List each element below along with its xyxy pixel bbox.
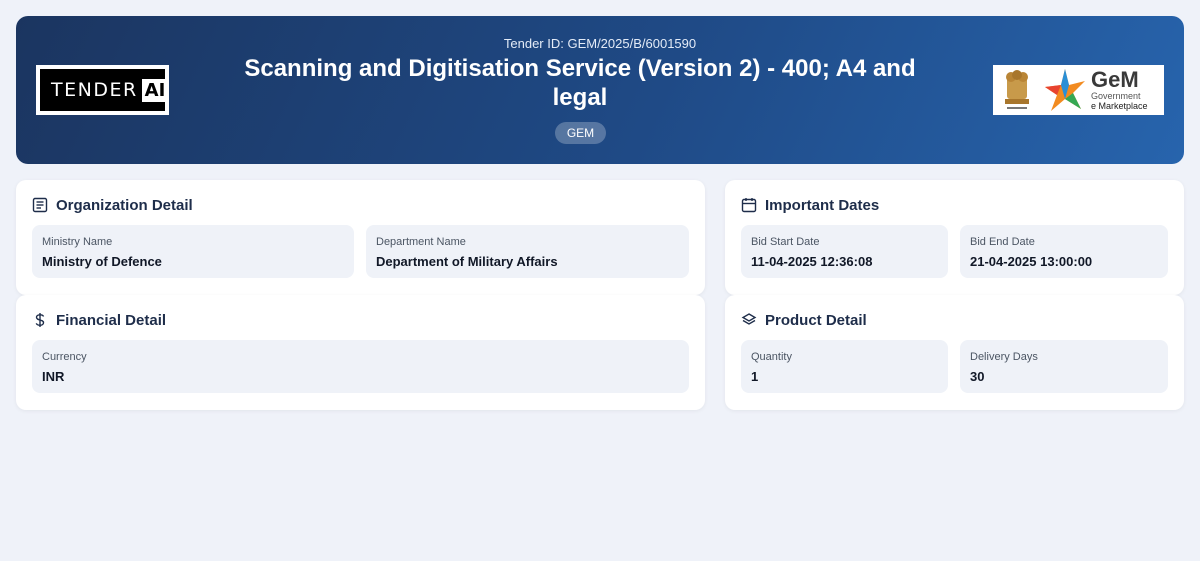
field-label: Currency bbox=[42, 351, 87, 363]
currency-field: Currency INR bbox=[32, 340, 689, 393]
source-badge: GEM bbox=[555, 122, 606, 144]
department-name-field: Department Name Department of Military A… bbox=[366, 225, 689, 278]
financial-detail-title: Financial Detail bbox=[56, 311, 167, 329]
gem-name: GeM bbox=[1091, 67, 1139, 92]
financial-detail-card: Financial Detail Currency INR bbox=[16, 295, 705, 410]
quantity-field: Quantity 1 bbox=[741, 340, 948, 393]
field-label: Ministry Name bbox=[42, 236, 113, 248]
important-dates-card: Important Dates Bid Start Date 11-04-202… bbox=[725, 180, 1184, 295]
field-value: 30 bbox=[970, 369, 985, 384]
logo-word: TENDER bbox=[51, 79, 138, 101]
gem-line1: Government bbox=[1091, 91, 1141, 101]
page-title: Scanning and Digitisation Service (Versi… bbox=[244, 55, 916, 111]
product-detail-card: Product Detail Quantity 1 Delivery Days … bbox=[725, 295, 1184, 410]
bid-start-date-field: Bid Start Date 11-04-2025 12:36:08 bbox=[741, 225, 948, 278]
national-emblem-icon bbox=[1005, 70, 1029, 109]
field-value: Ministry of Defence bbox=[42, 254, 162, 269]
field-value: INR bbox=[42, 369, 65, 384]
field-label: Quantity bbox=[751, 351, 792, 363]
gem-logo: GeM Government e Marketplace bbox=[993, 65, 1164, 115]
field-label: Delivery Days bbox=[970, 351, 1038, 363]
tender-id: Tender ID: GEM/2025/B/6001590 bbox=[503, 36, 697, 51]
gem-line2: e Marketplace bbox=[1091, 101, 1148, 111]
gem-star-icon bbox=[1045, 69, 1085, 111]
product-detail-title: Product Detail bbox=[765, 311, 867, 329]
tender-ai-logo: TENDER AI bbox=[36, 65, 169, 115]
field-value: 11-04-2025 12:36:08 bbox=[751, 254, 873, 269]
organization-detail-card: Organization Detail Ministry Name Minist… bbox=[16, 180, 705, 295]
delivery-days-field: Delivery Days 30 bbox=[960, 340, 1168, 393]
field-label: Bid End Date bbox=[970, 236, 1035, 248]
document-list-icon bbox=[32, 197, 48, 213]
layers-icon bbox=[741, 313, 757, 325]
calendar-icon bbox=[741, 198, 757, 213]
field-value: Department of Military Affairs bbox=[376, 254, 558, 269]
logo-ai: AI bbox=[141, 78, 169, 102]
tender-header: TENDER AI Tender ID: GEM/2025/B/6001590 … bbox=[16, 16, 1184, 164]
organization-detail-title: Organization Detail bbox=[56, 196, 193, 214]
field-label: Bid Start Date bbox=[751, 236, 820, 248]
bid-end-date-field: Bid End Date 21-04-2025 13:00:00 bbox=[960, 225, 1168, 278]
important-dates-title: Important Dates bbox=[765, 196, 880, 214]
field-value: 21-04-2025 13:00:00 bbox=[970, 254, 1093, 269]
field-label: Department Name bbox=[376, 236, 466, 248]
field-value: 1 bbox=[751, 369, 759, 384]
ministry-name-field: Ministry Name Ministry of Defence bbox=[32, 225, 354, 278]
dollar-icon bbox=[35, 313, 45, 327]
